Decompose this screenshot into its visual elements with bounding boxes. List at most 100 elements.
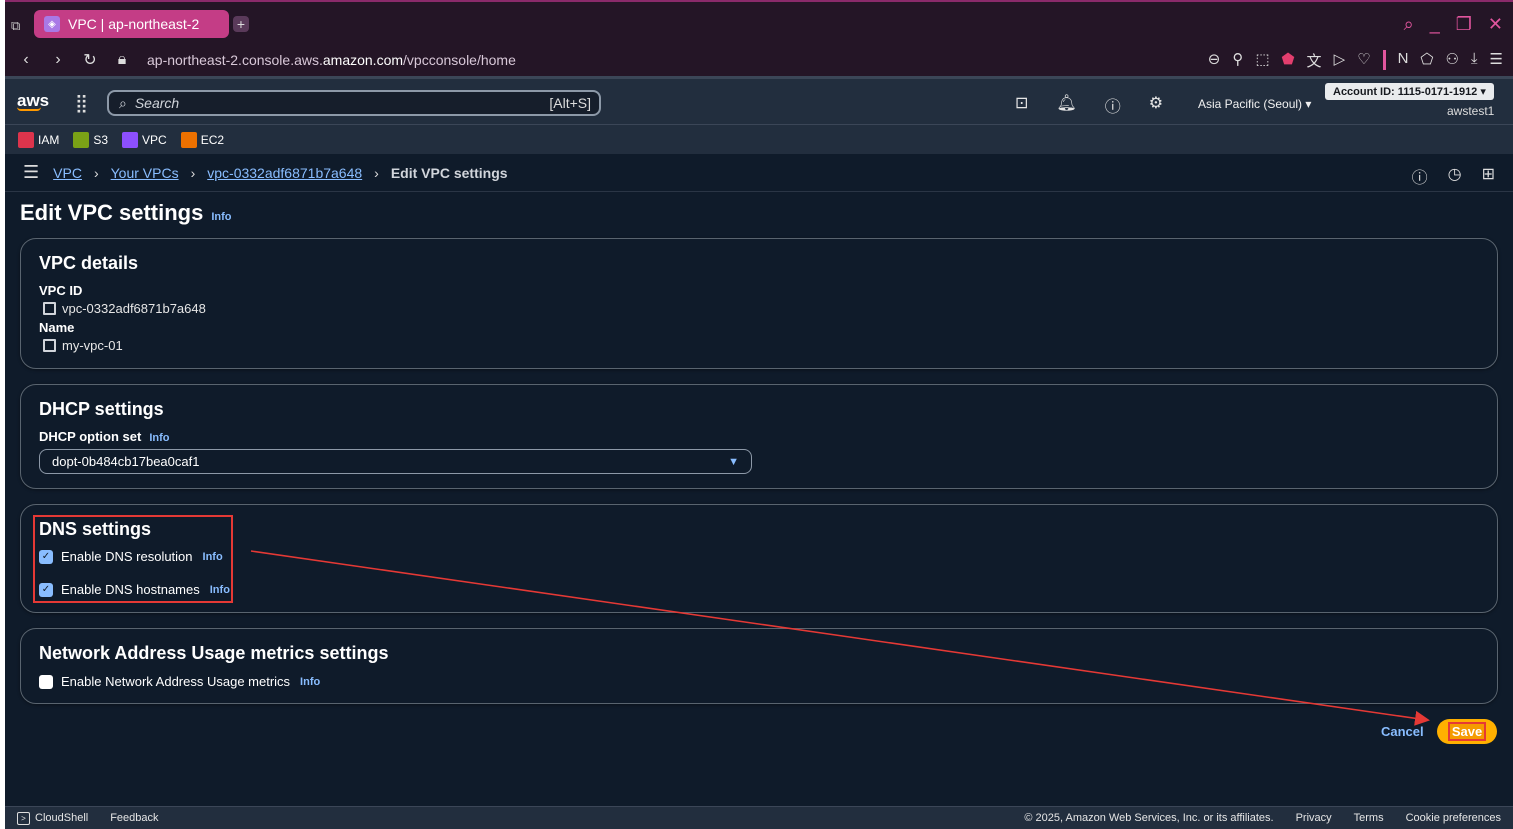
extensions-icon[interactable]: ⬠ xyxy=(1420,50,1433,71)
privacy-link[interactable]: Privacy xyxy=(1296,812,1332,824)
account-id-badge[interactable]: Account ID: 1115-0171-1912 ▾ xyxy=(1325,83,1494,100)
breadcrumb-vpc[interactable]: VPC xyxy=(53,165,82,181)
checkbox-box[interactable] xyxy=(39,674,53,689)
copy-icon[interactable] xyxy=(43,302,56,315)
toolbar-divider xyxy=(1382,50,1386,70)
favorite-vpc[interactable]: VPC xyxy=(122,131,167,148)
cancel-button[interactable]: Cancel xyxy=(1381,724,1424,739)
info-link[interactable]: Info xyxy=(149,432,169,444)
dns-hostnames-checkbox[interactable]: ✓ Enable DNS hostnames Info xyxy=(39,582,230,597)
vpc-details-panel: VPC details VPC ID vpc-0332adf6871b7a648… xyxy=(20,238,1498,369)
restore-icon[interactable]: ❐ xyxy=(1456,14,1472,35)
search-tabs-icon[interactable]: ⌕ xyxy=(1404,14,1414,35)
browser-tab[interactable]: ◈ VPC | ap-northeast-2 xyxy=(34,10,229,38)
user-name[interactable]: awstest1 xyxy=(1447,104,1494,118)
iam-icon xyxy=(18,131,34,148)
dhcp-heading: DHCP settings xyxy=(39,399,164,419)
page-title-text: Edit VPC settings xyxy=(20,200,204,225)
reload-icon[interactable]: ↻ xyxy=(79,50,101,70)
cloudshell-icon[interactable]: ⊡ xyxy=(1015,93,1028,117)
breadcrumb-vpc-id[interactable]: vpc-0332adf6871b7a648 xyxy=(207,165,362,181)
check-icon[interactable]: ✓ xyxy=(39,582,53,597)
breadcrumb-your-vpcs[interactable]: Your VPCs xyxy=(111,165,179,181)
cloudshell-link[interactable]: > CloudShell xyxy=(17,811,88,825)
info-link[interactable]: Info xyxy=(210,584,230,596)
info-link[interactable]: Info xyxy=(300,676,320,688)
back-icon[interactable]: ‹ xyxy=(15,51,37,69)
terminal-icon: > xyxy=(17,811,30,825)
aws-logo-text: aws xyxy=(17,91,50,110)
favorite-s3[interactable]: S3 xyxy=(73,131,109,148)
recent-icon[interactable]: ◷ xyxy=(1448,164,1462,188)
services-grid-icon[interactable]: ⣿ xyxy=(75,93,88,114)
downloads-icon[interactable]: ⤓ xyxy=(1471,50,1478,71)
favorite-iam[interactable]: IAM xyxy=(18,131,60,148)
dhcp-option-select[interactable]: dopt-0b484cb17bea0caf1 ▼ xyxy=(39,449,752,474)
close-window-icon[interactable]: ✕ xyxy=(1488,14,1503,35)
check-icon[interactable]: ✓ xyxy=(39,549,53,564)
zoom-icon[interactable]: ⊖ xyxy=(1208,50,1221,71)
terms-link[interactable]: Terms xyxy=(1354,812,1384,824)
save-label: Save xyxy=(1447,722,1487,741)
forward-icon[interactable]: › xyxy=(47,51,69,69)
nau-label: Enable Network Address Usage metrics xyxy=(61,674,291,689)
vpc-favicon-icon: ◈ xyxy=(44,16,60,32)
pin-icon[interactable]: ⚲ xyxy=(1232,50,1243,71)
tab-bar: ⧉ ◈ VPC | ap-northeast-2 + ⌕ _ ❐ ✕ xyxy=(5,0,1513,44)
menu-icon[interactable]: ☰ xyxy=(1490,50,1503,71)
region-selector[interactable]: Asia Pacific (Seoul) ▾ xyxy=(1198,97,1311,111)
notifications-icon[interactable]: 🔔︎ xyxy=(1056,93,1076,117)
chevron-right-icon: › xyxy=(93,164,99,181)
copy-icon[interactable] xyxy=(43,339,56,352)
dns-resolution-checkbox[interactable]: ✓ Enable DNS resolution Info xyxy=(39,549,223,564)
favorite-label: S3 xyxy=(93,132,109,147)
pocket-icon[interactable]: ⬟ xyxy=(1282,50,1295,71)
search-input[interactable]: ⌕ Search [Alt+S] xyxy=(107,90,601,116)
new-tab-button[interactable]: + xyxy=(233,16,249,32)
translate-icon[interactable]: 文 xyxy=(1307,50,1322,71)
save-button[interactable]: Save xyxy=(1437,719,1497,744)
info-link[interactable]: Info xyxy=(211,211,231,223)
lock-icon[interactable]: 🔒︎ xyxy=(111,51,133,69)
tab-title: VPC | ap-northeast-2 xyxy=(68,16,200,32)
url-field[interactable]: ap-northeast-2.console.aws.amazon.com/vp… xyxy=(147,52,516,68)
nau-heading: Network Address Usage metrics settings xyxy=(39,643,389,663)
profile-icon[interactable]: ⚇ xyxy=(1445,50,1458,71)
caret-down-icon: ▼ xyxy=(728,455,739,468)
feedback-icon[interactable]: ⊞ xyxy=(1482,164,1495,188)
nau-checkbox[interactable]: Enable Network Address Usage metrics Inf… xyxy=(39,674,320,689)
tab-overview-icon[interactable]: ⧉ xyxy=(11,18,20,34)
window-controls: ⌕ _ ❐ ✕ xyxy=(1404,14,1503,35)
dhcp-settings-panel: DHCP settings DHCP option set Info dopt-0… xyxy=(20,384,1498,489)
url-domain: amazon.com xyxy=(322,52,404,68)
side-nav-toggle-icon[interactable]: ☰ xyxy=(23,162,39,183)
search-shortcut: [Alt+S] xyxy=(549,95,591,111)
browser-window: ⧉ ◈ VPC | ap-northeast-2 + ⌕ _ ❐ ✕ ‹ › ↻… xyxy=(5,0,1513,829)
chevron-right-icon: › xyxy=(374,164,379,181)
vpc-id-label: VPC ID xyxy=(39,283,83,298)
cookie-preferences-link[interactable]: Cookie preferences xyxy=(1406,812,1501,824)
aws-logo[interactable]: aws xyxy=(17,91,49,111)
info-panel-icon[interactable]: ⓘ xyxy=(1412,164,1428,188)
s3-icon xyxy=(73,131,90,148)
dhcp-selected-value: dopt-0b484cb17bea0caf1 xyxy=(52,454,200,469)
settings-icon[interactable]: ⚙ xyxy=(1149,93,1163,117)
minimize-icon[interactable]: _ xyxy=(1430,14,1440,35)
help-icon[interactable]: ⓘ xyxy=(1105,93,1121,117)
search-icon: ⌕ xyxy=(119,94,127,111)
feedback-link[interactable]: Feedback xyxy=(110,812,158,824)
screenshot-icon[interactable]: ⬚ xyxy=(1255,50,1269,71)
vpc-id-value: vpc-0332adf6871b7a648 xyxy=(43,301,206,316)
info-link[interactable]: Info xyxy=(203,551,223,563)
ec2-icon xyxy=(180,131,197,148)
breadcrumb-current: Edit VPC settings xyxy=(390,164,508,181)
heart-icon[interactable]: ♡ xyxy=(1357,50,1370,71)
page-tools: ⓘ ◷ ⊞ xyxy=(1412,164,1495,188)
vpc-id-text: vpc-0332adf6871b7a648 xyxy=(62,301,206,316)
notion-icon[interactable]: N xyxy=(1398,50,1409,71)
play-icon[interactable]: ▷ xyxy=(1334,50,1346,71)
name-label: Name xyxy=(39,320,75,335)
copyright: © 2025, Amazon Web Services, Inc. or its… xyxy=(1024,812,1274,824)
favorite-label: IAM xyxy=(38,132,60,147)
favorite-ec2[interactable]: EC2 xyxy=(180,131,224,148)
